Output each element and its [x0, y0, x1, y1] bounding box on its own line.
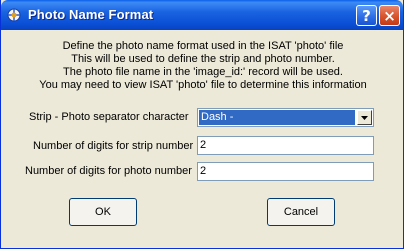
close-icon: ×: [383, 6, 396, 25]
description-line: This will be used to define the strip an…: [71, 53, 335, 65]
separator-selected-value: Dash -: [199, 110, 355, 125]
photo-digits-input[interactable]: 2: [197, 162, 374, 181]
close-button[interactable]: ×: [379, 5, 400, 26]
dropdown-arrow-button[interactable]: [357, 110, 372, 125]
description-line: You may need to view ISAT 'photo' file t…: [39, 79, 367, 91]
title-bar[interactable]: Photo Name Format ? ×: [1, 0, 403, 30]
help-button[interactable]: ?: [356, 5, 377, 26]
window-title: Photo Name Format: [28, 7, 154, 22]
separator-dropdown[interactable]: Dash -: [197, 108, 374, 127]
description-text: Define the photo name format used in the…: [1, 40, 404, 92]
cancel-button[interactable]: Cancel: [267, 198, 335, 226]
chevron-down-icon: [361, 115, 368, 120]
help-icon: ?: [362, 6, 371, 25]
ok-button[interactable]: OK: [69, 198, 137, 226]
description-line: The photo file name in the 'image_id:' r…: [63, 66, 343, 78]
description-line: Define the photo name format used in the…: [62, 40, 344, 52]
strip-digits-label: Number of digits for strip number: [33, 140, 194, 152]
app-icon: [7, 8, 21, 22]
photo-digits-label: Number of digits for photo number: [25, 165, 192, 177]
strip-digits-input[interactable]: 2: [197, 136, 374, 155]
separator-label: Strip - Photo separator character: [29, 111, 189, 123]
dialog-window: Photo Name Format ? × Define the photo n…: [0, 0, 404, 249]
